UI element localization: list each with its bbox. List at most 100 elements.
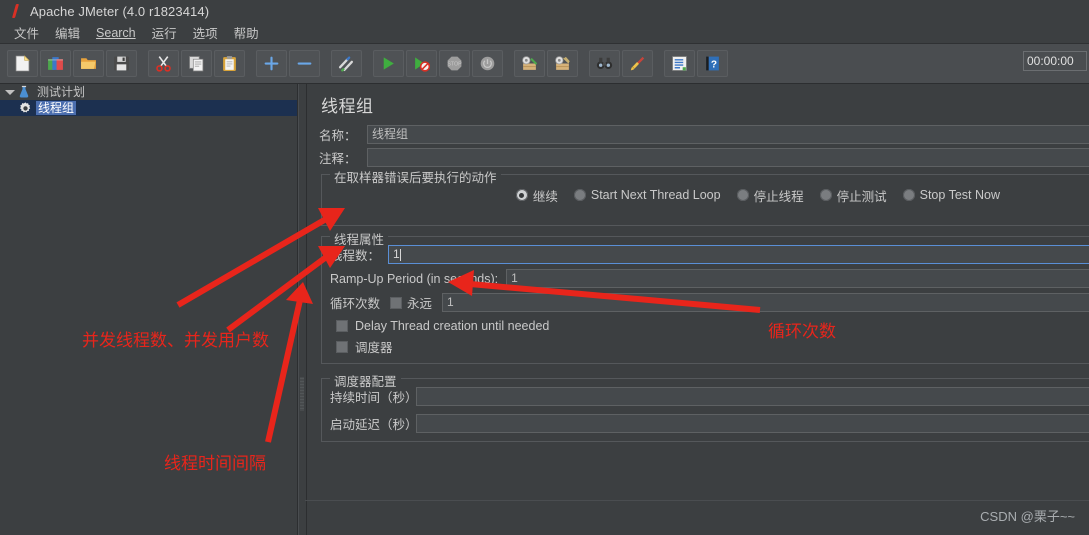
- radio-start-next-thread-loop[interactable]: Start Next Thread Loop: [573, 188, 721, 202]
- error-action-group: 在取样器错误后要执行的动作 继续 Start Next Thread Loop …: [321, 167, 1089, 226]
- menu-label-edit: 编辑: [55, 27, 81, 41]
- cut-button[interactable]: [148, 50, 179, 77]
- menu-item-file[interactable]: 文件: [6, 21, 47, 44]
- page-title: 线程组: [321, 97, 374, 116]
- menu-item-run[interactable]: 运行: [144, 21, 185, 44]
- scheduler-label: 调度器: [355, 341, 393, 355]
- startup-delay-label: 启动延迟（秒）: [330, 418, 418, 432]
- radio-label-continue: 继续: [532, 189, 558, 204]
- error-action-group-title: 在取样器错误后要执行的动作: [330, 167, 501, 186]
- menu-item-edit[interactable]: 编辑: [47, 21, 88, 44]
- loop-count-field-row: 循环次数 永远 1: [330, 293, 1089, 312]
- error-action-radio-row: 继续 Start Next Thread Loop 停止线程 停止测试 Stop…: [332, 185, 1089, 205]
- svg-text:?: ?: [711, 59, 717, 70]
- tree-node-test-plan[interactable]: 测试计划: [0, 84, 297, 100]
- toggle-pencils-icon: [338, 56, 353, 72]
- duration-input[interactable]: [416, 387, 1089, 406]
- broom-icon: [630, 56, 645, 71]
- main-toolbar: STOP ? 00:00:00: [0, 44, 1089, 84]
- scheduler-checkbox[interactable]: [336, 340, 348, 353]
- toggle-button[interactable]: [331, 50, 362, 77]
- menu-label-run: 运行: [151, 27, 177, 41]
- copy-pages-icon: [189, 56, 204, 72]
- radio-label-stop-test-now: Stop Test Now: [919, 188, 1000, 202]
- search-button[interactable]: [589, 50, 620, 77]
- loop-count-input[interactable]: 1: [442, 293, 1089, 312]
- clear-gear-icon: [522, 56, 537, 70]
- threads-field-row: 线程数： 1: [330, 245, 1089, 264]
- tree-label-thread-group: 线程组: [36, 101, 77, 115]
- window-title: Apache JMeter (4.0 r1823414): [30, 3, 210, 19]
- new-test-plan-button[interactable]: [7, 50, 38, 77]
- delay-thread-creation-row[interactable]: Delay Thread creation until needed: [336, 315, 1089, 336]
- templates-button[interactable]: [40, 50, 71, 77]
- radio-stop-test-now[interactable]: Stop Test Now: [902, 188, 1000, 202]
- window-titlebar: Apache JMeter (4.0 r1823414): [0, 0, 1089, 22]
- panel-splitter[interactable]: [298, 84, 307, 535]
- loop-count-label: 循环次数: [330, 297, 381, 311]
- radio-mark-stop-test-now: [902, 189, 915, 201]
- delay-thread-creation-checkbox[interactable]: [336, 319, 348, 332]
- function-helper-button[interactable]: [664, 50, 695, 77]
- minus-icon: [297, 62, 312, 65]
- toolbar-separator-6: [579, 50, 588, 77]
- toolbar-separator-7: [654, 50, 663, 77]
- comment-input[interactable]: [367, 148, 1089, 167]
- splitter-grip[interactable]: [300, 377, 304, 411]
- name-field-row: 名称： 线程组: [319, 125, 1089, 144]
- menu-item-help[interactable]: 帮助: [226, 21, 267, 44]
- startup-delay-input[interactable]: [416, 414, 1089, 433]
- elapsed-time-display: 00:00:00: [1023, 51, 1087, 71]
- jmeter-feather-icon: [8, 4, 22, 18]
- clear-button[interactable]: [514, 50, 545, 77]
- start-button[interactable]: [373, 50, 404, 77]
- threads-input[interactable]: 1: [388, 245, 1089, 264]
- new-document-icon: [15, 55, 30, 72]
- radio-stop-test[interactable]: 停止测试: [819, 186, 887, 205]
- menu-item-options[interactable]: 选项: [185, 21, 226, 44]
- save-button[interactable]: [106, 50, 137, 77]
- expand-all-button[interactable]: [256, 50, 287, 77]
- shutdown-circle-icon: [480, 56, 495, 71]
- scheduler-config-group-title: 调度器配置: [330, 371, 401, 390]
- templates-icon: [48, 57, 63, 70]
- radio-mark-start-next-thread-loop: [573, 189, 586, 201]
- comment-label: 注释：: [319, 152, 357, 166]
- radio-mark-continue: [515, 189, 528, 201]
- rampup-input[interactable]: 1: [506, 269, 1089, 288]
- radio-mark-stop-thread: [736, 189, 749, 201]
- radio-continue[interactable]: 继续: [515, 186, 558, 205]
- collapse-all-button[interactable]: [289, 50, 320, 77]
- rampup-field-row: Ramp-Up Period (in seconds): 1: [330, 269, 1089, 288]
- comment-field-row: 注释：: [319, 148, 1089, 167]
- menu-item-search[interactable]: Search: [88, 24, 144, 42]
- start-no-pauses-button[interactable]: [406, 50, 437, 77]
- open-button[interactable]: [73, 50, 104, 77]
- radio-label-stop-thread: 停止线程: [753, 189, 804, 204]
- startup-delay-field-row: 启动延迟（秒）: [330, 414, 1089, 433]
- paste-button[interactable]: [214, 50, 245, 77]
- svg-text:STOP: STOP: [447, 62, 462, 68]
- name-input[interactable]: 线程组: [367, 125, 1089, 144]
- menu-label-help: 帮助: [233, 27, 259, 41]
- reset-search-button[interactable]: [622, 50, 653, 77]
- chevron-down-icon[interactable]: [4, 87, 15, 98]
- test-plan-tree[interactable]: 测试计划 线程组: [0, 84, 298, 535]
- function-list-icon: [672, 56, 687, 71]
- thread-properties-group: 线程属性 线程数： 1 Ramp-Up Period (in seconds):…: [321, 229, 1089, 364]
- scheduler-row[interactable]: 调度器: [336, 336, 1089, 357]
- radio-stop-thread[interactable]: 停止线程: [736, 186, 804, 205]
- thread-properties-group-title: 线程属性: [330, 229, 389, 248]
- help-button[interactable]: ?: [697, 50, 728, 77]
- forever-checkbox[interactable]: [390, 296, 403, 309]
- tree-node-thread-group[interactable]: 线程组: [0, 100, 297, 116]
- toolbar-separator-3: [321, 50, 330, 77]
- shutdown-button[interactable]: [472, 50, 503, 77]
- thread-group-gear-icon: [17, 100, 33, 116]
- toolbar-separator-2: [246, 50, 255, 77]
- stop-button[interactable]: STOP: [439, 50, 470, 77]
- copy-button[interactable]: [181, 50, 212, 77]
- clear-all-button[interactable]: [547, 50, 578, 77]
- pane-bottom-divider: [305, 500, 1089, 501]
- radio-label-stop-test: 停止测试: [836, 189, 887, 204]
